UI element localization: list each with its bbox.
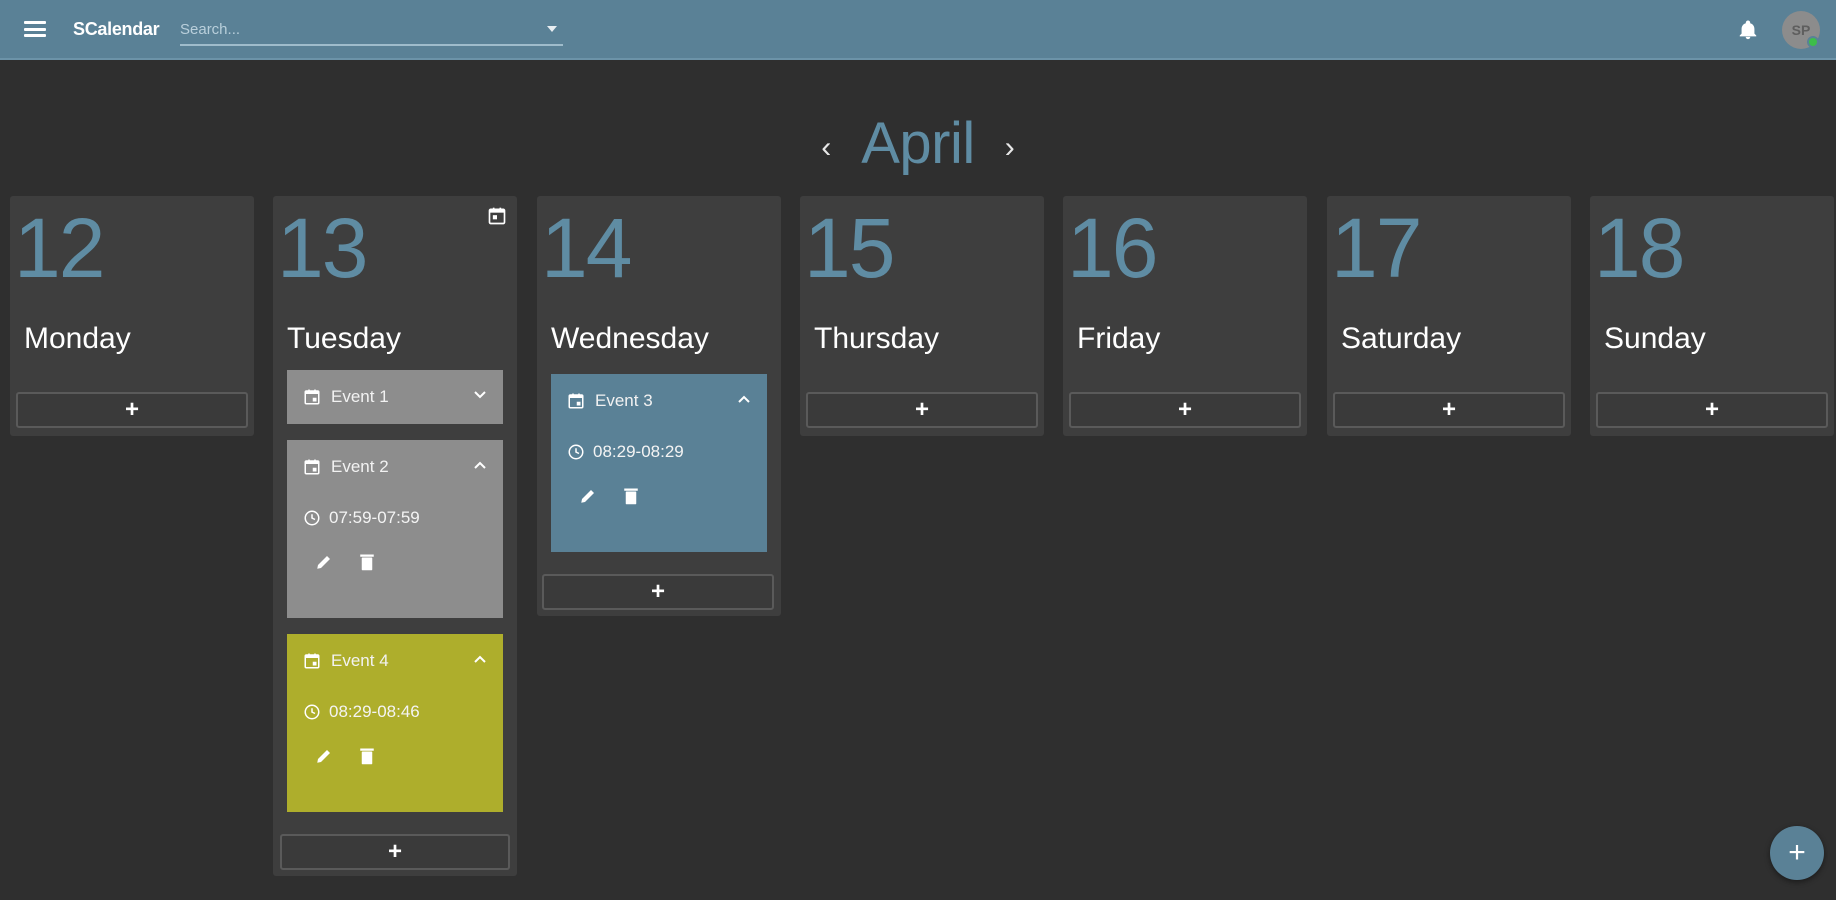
event-card: Event 3 08:29-08:29 bbox=[551, 374, 767, 552]
bell-icon[interactable] bbox=[1737, 18, 1759, 42]
today-calendar-icon[interactable] bbox=[487, 206, 507, 226]
clock-icon bbox=[304, 510, 320, 526]
calendar-icon bbox=[304, 653, 320, 669]
next-month-button[interactable]: › bbox=[995, 128, 1025, 168]
event-title: Event 1 bbox=[331, 387, 389, 406]
search-field bbox=[180, 16, 563, 46]
day-number: 15 bbox=[804, 201, 895, 295]
pencil-icon[interactable] bbox=[315, 747, 333, 765]
day-name: Saturday bbox=[1341, 322, 1462, 355]
add-event-button[interactable]: + bbox=[542, 574, 774, 610]
chevron-up-icon[interactable] bbox=[737, 394, 751, 404]
chevron-up-icon[interactable] bbox=[473, 654, 487, 664]
day-number: 17 bbox=[1331, 201, 1422, 295]
calendar-icon bbox=[304, 459, 320, 475]
day-card-thursday: 15 Thursday + bbox=[800, 196, 1044, 436]
chevron-up-icon[interactable] bbox=[473, 460, 487, 470]
event-title: Event 3 bbox=[595, 391, 653, 410]
calendar-icon bbox=[568, 393, 584, 409]
event-actions bbox=[551, 472, 767, 520]
calendar-icon bbox=[304, 389, 320, 405]
clock-icon bbox=[304, 704, 320, 720]
event-card: Event 4 08:29-08:46 bbox=[287, 634, 503, 812]
month-title: April bbox=[861, 110, 975, 176]
add-event-button[interactable]: + bbox=[806, 392, 1038, 428]
online-status-indicator bbox=[1807, 36, 1819, 48]
week-view: 12 Monday + 13 Tuesday Event 1 Event 2 0… bbox=[0, 196, 1836, 896]
day-name: Wednesday bbox=[551, 322, 709, 355]
day-card-saturday: 17 Saturday + bbox=[1327, 196, 1571, 436]
previous-month-button[interactable]: ‹ bbox=[811, 128, 841, 168]
avatar-initials: SP bbox=[1791, 22, 1811, 38]
trash-icon[interactable] bbox=[359, 747, 375, 765]
day-name: Monday bbox=[24, 322, 131, 355]
day-name: Sunday bbox=[1604, 322, 1706, 355]
add-fab-button[interactable]: + bbox=[1770, 826, 1824, 880]
day-number: 12 bbox=[14, 201, 105, 295]
app-title: SCalendar bbox=[73, 19, 160, 39]
day-card-sunday: 18 Sunday + bbox=[1590, 196, 1834, 436]
day-card-wednesday: 14 Wednesday Event 3 08:29-08:29 + bbox=[537, 196, 781, 616]
event-time-row: 07:59-07:59 bbox=[287, 498, 503, 538]
day-name: Friday bbox=[1077, 322, 1161, 355]
trash-icon[interactable] bbox=[623, 487, 639, 505]
event-title: Event 4 bbox=[331, 651, 389, 670]
add-event-button[interactable]: + bbox=[280, 834, 510, 870]
event-title: Event 2 bbox=[331, 457, 389, 476]
event-header[interactable]: Event 2 bbox=[287, 440, 503, 494]
day-card-tuesday: 13 Tuesday Event 1 Event 2 07:59-07:59 E… bbox=[273, 196, 517, 876]
event-time: 08:29-08:29 bbox=[593, 442, 684, 461]
event-time: 08:29-08:46 bbox=[329, 702, 420, 721]
trash-icon[interactable] bbox=[359, 553, 375, 571]
add-event-button[interactable]: + bbox=[16, 392, 248, 428]
day-number: 14 bbox=[541, 201, 632, 295]
search-input[interactable] bbox=[180, 16, 540, 42]
search-dropdown-caret-icon[interactable] bbox=[547, 26, 557, 32]
day-number: 16 bbox=[1067, 201, 1158, 295]
day-name: Thursday bbox=[814, 322, 940, 355]
event-card: Event 1 bbox=[287, 370, 503, 424]
day-number: 18 bbox=[1594, 201, 1685, 295]
menu-icon[interactable] bbox=[22, 18, 48, 40]
event-header[interactable]: Event 1 bbox=[287, 370, 503, 424]
event-header[interactable]: Event 3 bbox=[551, 374, 767, 428]
day-name: Tuesday bbox=[287, 322, 401, 355]
event-header[interactable]: Event 4 bbox=[287, 634, 503, 688]
pencil-icon[interactable] bbox=[315, 553, 333, 571]
add-event-button[interactable]: + bbox=[1333, 392, 1565, 428]
day-card-monday: 12 Monday + bbox=[10, 196, 254, 436]
day-card-friday: 16 Friday + bbox=[1063, 196, 1307, 436]
event-actions bbox=[287, 732, 503, 780]
top-app-bar: SCalendar SP bbox=[0, 0, 1836, 60]
event-actions bbox=[287, 538, 503, 586]
event-time-row: 08:29-08:29 bbox=[551, 432, 767, 472]
event-time-row: 08:29-08:46 bbox=[287, 692, 503, 732]
chevron-down-icon[interactable] bbox=[473, 390, 487, 400]
month-navigation: ‹ April › bbox=[0, 108, 1836, 178]
clock-icon bbox=[568, 444, 584, 460]
pencil-icon[interactable] bbox=[579, 487, 597, 505]
event-card: Event 2 07:59-07:59 bbox=[287, 440, 503, 618]
add-event-button[interactable]: + bbox=[1069, 392, 1301, 428]
event-time: 07:59-07:59 bbox=[329, 508, 420, 527]
add-event-button[interactable]: + bbox=[1596, 392, 1828, 428]
day-number: 13 bbox=[277, 201, 368, 295]
